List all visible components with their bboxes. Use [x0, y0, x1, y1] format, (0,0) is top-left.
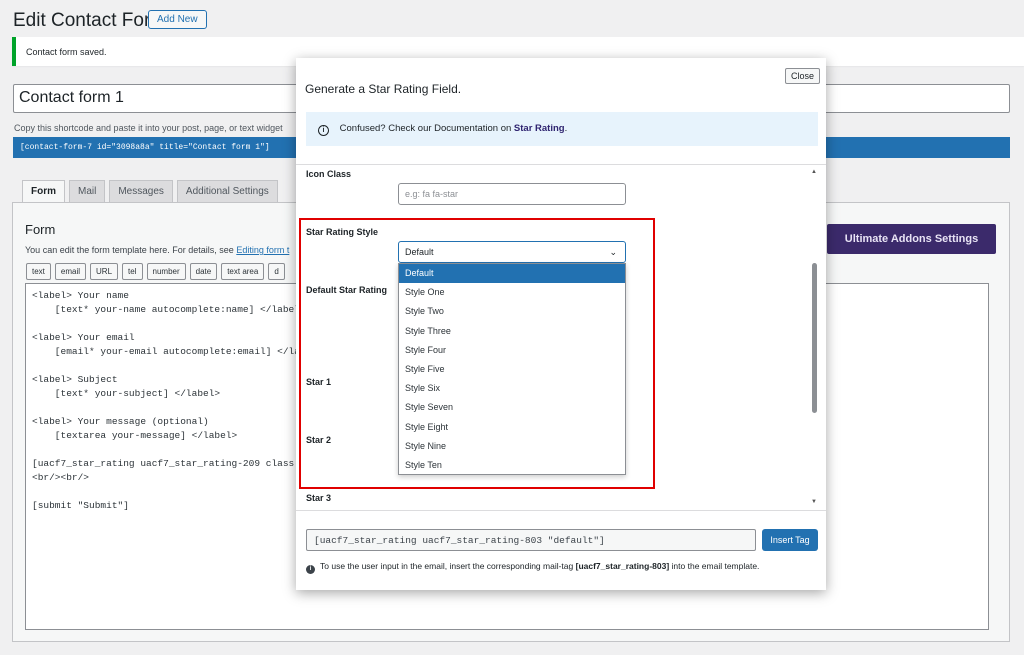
tag-generator-buttons: text email URL tel number date text area…: [26, 263, 285, 280]
mail-note-text: To use the user input in the email, inse…: [320, 561, 576, 571]
tab-form[interactable]: Form: [22, 180, 65, 203]
mail-note-suffix: into the email template.: [669, 561, 760, 571]
tag-button-tel[interactable]: tel: [122, 263, 143, 280]
tag-button-email[interactable]: email: [54, 263, 87, 280]
tag-button-textarea[interactable]: text area: [221, 263, 265, 280]
editor-tabs: Form Mail Messages Additional Settings: [22, 180, 278, 203]
icon-class-label: Icon Class: [306, 169, 352, 179]
panel-description: You can edit the form template here. For…: [25, 245, 289, 255]
page-title: Edit Contact Form: [13, 10, 167, 31]
ultimate-addons-settings-button[interactable]: Ultimate Addons Settings: [827, 224, 996, 254]
tag-button-date[interactable]: date: [189, 263, 218, 280]
tag-button-dropdown[interactable]: d: [268, 263, 285, 280]
generated-tag-field[interactable]: [uacf7_star_rating uacf7_star_rating-803…: [306, 529, 756, 551]
modal-footer: [uacf7_star_rating uacf7_star_rating-803…: [296, 510, 826, 590]
modal-title: Generate a Star Rating Field.: [305, 82, 462, 96]
star-rating-modal: Close Generate a Star Rating Field. i Co…: [296, 58, 826, 590]
tag-button-text[interactable]: text: [26, 263, 51, 280]
add-new-button[interactable]: Add New: [148, 10, 207, 29]
documentation-info-box: i Confused? Check our Documentation on S…: [306, 112, 818, 146]
info-icon: i: [318, 125, 329, 136]
panel-description-text: You can edit the form template here. For…: [25, 245, 234, 255]
close-button[interactable]: Close: [784, 68, 820, 84]
tab-additional-settings[interactable]: Additional Settings: [176, 180, 278, 203]
star-rating-doc-link[interactable]: Star Rating: [514, 123, 565, 134]
tab-messages[interactable]: Messages: [109, 180, 173, 203]
star-3-label: Star 3: [306, 493, 332, 503]
modal-fields-area[interactable]: Icon Class e.g: fa fa-star Star Rating S…: [296, 164, 826, 508]
scroll-down-arrow-icon[interactable]: ▼: [811, 499, 817, 505]
tag-button-url[interactable]: URL: [90, 263, 119, 280]
info-text: Confused? Check our Documentation on: [339, 123, 514, 134]
icon-class-input[interactable]: e.g: fa fa-star: [398, 183, 626, 205]
mail-tag-note: i To use the user input in the email, ins…: [306, 561, 759, 574]
notice-text: Contact form saved.: [26, 47, 107, 57]
scrollbar-thumb[interactable]: [812, 263, 817, 413]
tab-mail[interactable]: Mail: [69, 180, 106, 203]
editing-form-link[interactable]: Editing form t: [236, 245, 289, 255]
mail-tag: [uacf7_star_rating-803]: [575, 561, 670, 571]
tag-button-number[interactable]: number: [146, 263, 186, 280]
modal-scrollbar[interactable]: ▲ ▼: [810, 169, 818, 507]
panel-heading: Form: [25, 222, 56, 237]
info-icon: i: [306, 565, 315, 574]
insert-tag-button[interactable]: Insert Tag: [762, 529, 818, 551]
shortcode-copy-note: Copy this shortcode and paste it into yo…: [14, 123, 283, 133]
highlight-box: [299, 218, 655, 489]
scroll-up-arrow-icon[interactable]: ▲: [811, 169, 817, 175]
info-text-suffix: .: [564, 123, 568, 134]
